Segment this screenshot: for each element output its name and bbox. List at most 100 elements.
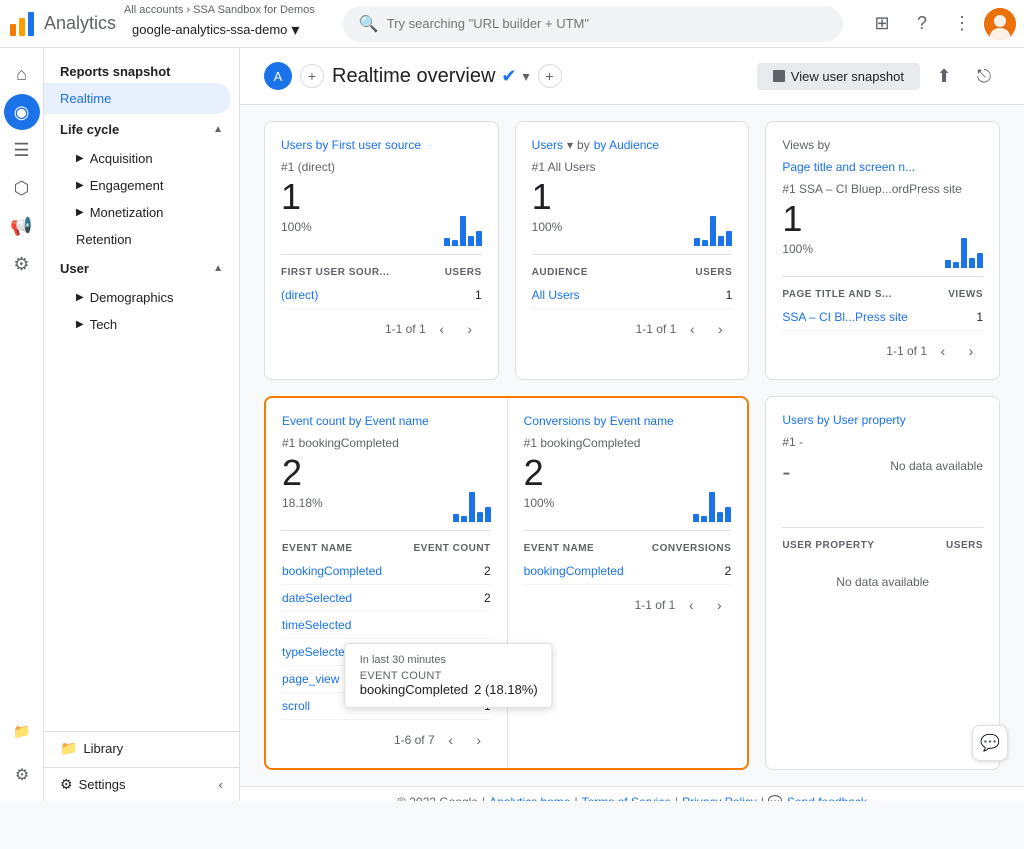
card4-row1-label[interactable]: bookingCompleted <box>282 564 382 578</box>
sidebar-user-section[interactable]: User ▲ <box>44 253 239 284</box>
acquisition-label: Acquisition <box>90 151 153 166</box>
card-first-user-source: Users by First user source #1 (direct) 1… <box>264 121 499 380</box>
reports-nav-item[interactable]: ☰ <box>4 132 40 168</box>
table-row: bookingCompleted 2 <box>282 558 491 585</box>
card4-prev-button[interactable]: ‹ <box>439 728 463 752</box>
card4-row2-label[interactable]: dateSelected <box>282 591 352 605</box>
advertising-nav-item[interactable]: 📢 <box>4 208 40 244</box>
card4-row6-label[interactable]: scroll <box>282 699 310 713</box>
add-page-button[interactable]: + <box>538 64 562 88</box>
configure-nav-item[interactable]: ⚙ <box>4 246 40 282</box>
realtime-nav-item[interactable]: ◉ <box>4 94 40 130</box>
search-bar[interactable]: 🔍 <box>343 6 843 42</box>
card4-next-button[interactable]: › <box>467 728 491 752</box>
explore-nav-item[interactable]: ⬡ <box>4 170 40 206</box>
sidebar-collapse-button[interactable]: ‹ <box>219 777 223 792</box>
card3-col2-header: VIEWS <box>948 289 983 300</box>
card1-pagination: 1-1 of 1 <box>385 322 426 336</box>
table-row: All Users 1 <box>532 282 733 309</box>
card1-next-button[interactable]: › <box>458 317 482 341</box>
export-icon-button[interactable]: ⬆ <box>928 60 960 92</box>
analytics-home-link[interactable]: Analytics home <box>489 795 570 801</box>
card3-title: Views by <box>782 138 983 152</box>
library-nav-item[interactable]: 📁 <box>4 713 40 749</box>
card5-prev-button[interactable]: ‹ <box>679 593 703 617</box>
card3-subtitle[interactable]: Page title and screen n... <box>782 160 983 174</box>
card2-next-button[interactable]: › <box>708 317 732 341</box>
card1-row1-label[interactable]: (direct) <box>281 288 318 302</box>
view-user-snapshot-button[interactable]: View user snapshot <box>757 63 920 90</box>
highlighted-cards-group: Event count by Event name #1 bookingComp… <box>264 396 749 770</box>
sidebar-item-realtime[interactable]: Realtime <box>44 83 231 114</box>
chevron-down-icon2: ▾ <box>522 68 529 85</box>
card4-row4-label[interactable]: typeSelected <box>282 645 351 659</box>
chevron-up-icon2: ▲ <box>213 263 223 274</box>
card2-users-link[interactable]: Users <box>532 138 563 152</box>
add-comparison-button[interactable]: + <box>300 64 324 88</box>
card4-row3-label[interactable]: timeSelected <box>282 618 351 632</box>
chat-fab-button[interactable]: 💬 <box>972 725 1008 761</box>
card2-prev-button[interactable]: ‹ <box>680 317 704 341</box>
card4-mini-chart <box>453 482 491 522</box>
user-avatar-icon <box>984 8 1016 40</box>
sidebar-item-retention[interactable]: Retention <box>44 226 239 253</box>
search-input[interactable] <box>387 16 827 31</box>
sidebar-item-acquisition[interactable]: ▶ Acquisition <box>44 145 239 172</box>
gear-icon: ⚙ <box>15 765 29 785</box>
sidebar-item-engagement[interactable]: ▶ Engagement <box>44 172 239 199</box>
card6-col2-header: USERS <box>946 540 983 551</box>
more-options-icon-button[interactable]: ⋮ <box>944 6 980 42</box>
card2-row1-label[interactable]: All Users <box>532 288 580 302</box>
card5-next-button[interactable]: › <box>707 593 731 617</box>
card6-title-link[interactable]: Users by User property <box>782 413 905 427</box>
expand-right-icon3: ▶ <box>76 207 84 218</box>
chat-icon: 💬 <box>980 733 1000 753</box>
send-feedback-link[interactable]: Send feedback <box>787 795 867 801</box>
user-avatar-button[interactable] <box>984 8 1016 40</box>
logo-area: Analytics <box>8 10 116 38</box>
card3-next-button[interactable]: › <box>959 339 983 363</box>
sidebar-lifecycle-section[interactable]: Life cycle ▲ <box>44 114 239 145</box>
share-icon-button[interactable]: ⎋ <box>968 60 1000 92</box>
card2-audience-link[interactable]: by Audience <box>594 138 659 152</box>
card6-no-data2: No data available <box>782 555 983 609</box>
card2-title: Users ▾ by by Audience <box>532 138 733 152</box>
property-selector[interactable]: google-analytics-ssa-demo ▾ <box>124 16 319 44</box>
terms-of-service-link[interactable]: Terms of Service <box>582 795 671 801</box>
sub-header-right: View user snapshot ⬆ ⎋ <box>757 60 1000 92</box>
settings-nav-item[interactable]: ⚙ <box>4 757 40 793</box>
copyright-text: © 2022 Google <box>397 795 478 801</box>
expand-right-icon2: ▶ <box>76 180 84 191</box>
sidebar-item-tech[interactable]: ▶ Tech <box>44 311 239 338</box>
card-views: Views by Page title and screen n... #1 S… <box>765 121 1000 380</box>
card2-percent: 100% <box>532 220 563 234</box>
card5-row1-label[interactable]: bookingCompleted <box>524 564 624 578</box>
home-nav-item[interactable]: ⌂ <box>4 56 40 92</box>
card2-row1-value: 1 <box>726 288 733 302</box>
privacy-policy-link[interactable]: Privacy Policy <box>682 795 757 801</box>
apps-icon-button[interactable]: ⊞ <box>864 6 900 42</box>
card3-prev-button[interactable]: ‹ <box>931 339 955 363</box>
sidebar-item-monetization[interactable]: ▶ Monetization <box>44 199 239 226</box>
card3-value: 1 <box>782 198 813 240</box>
card5-title-link[interactable]: Conversions by Event name <box>524 414 674 428</box>
card3-row1-label[interactable]: SSA – CI Bl...Press site <box>782 310 907 324</box>
card4-col2-header: EVENT COUNT <box>413 543 490 554</box>
sidebar-item-demographics[interactable]: ▶ Demographics <box>44 284 239 311</box>
chevron-up-icon: ▲ <box>213 124 223 135</box>
card3-table-header: PAGE TITLE AND S... VIEWS <box>782 285 983 304</box>
card1-col1-header: FIRST USER SOUR... <box>281 267 389 278</box>
card6-col1-header: USER PROPERTY <box>782 540 874 551</box>
help-icon-button[interactable]: ? <box>904 6 940 42</box>
card4-title: Event count by Event name <box>282 414 491 428</box>
card4-title-link[interactable]: Event count by Event name <box>282 414 429 428</box>
page-title-text: Realtime overview <box>332 65 495 88</box>
sidebar-library-item[interactable]: 📁 Library <box>44 731 239 765</box>
card1-prev-button[interactable]: ‹ <box>430 317 454 341</box>
sidebar-settings-item[interactable]: ⚙ Settings <box>60 776 126 793</box>
card5-table-header: EVENT NAME CONVERSIONS <box>524 539 732 558</box>
card6-no-data-text1: No data available <box>782 459 983 473</box>
card1-title-link[interactable]: Users by First user source <box>281 138 421 152</box>
card2-footer: 1-1 of 1 ‹ › <box>532 317 733 341</box>
card4-row5-label[interactable]: page_view <box>282 672 339 686</box>
